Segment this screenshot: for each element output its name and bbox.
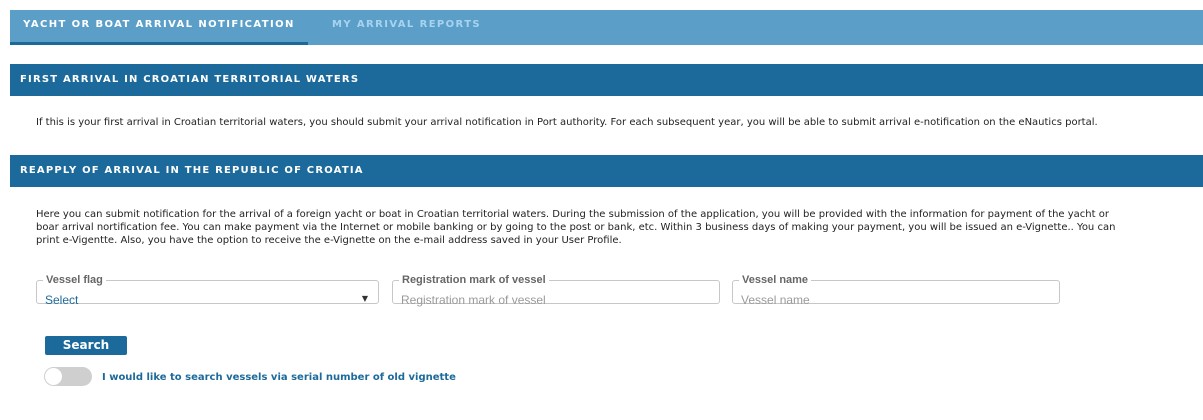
- tab-bar: YACHT OR BOAT ARRIVAL NOTIFICATION MY AR…: [10, 10, 1203, 45]
- section-title-first-arrival: FIRST ARRIVAL IN CROATIAN TERRITORIAL WA…: [20, 74, 360, 85]
- old-vignette-toggle-label[interactable]: I would like to search vessels via seria…: [102, 371, 456, 384]
- vessel-flag-value: Select: [45, 293, 79, 307]
- vessel-flag-select[interactable]: Vessel flag Select ▼: [36, 274, 379, 307]
- registration-mark-input[interactable]: Registration mark of vessel: [401, 293, 546, 307]
- vessel-name-field[interactable]: Vessel name Vessel name: [732, 274, 1060, 307]
- search-button[interactable]: Search: [45, 336, 127, 355]
- vessel-name-label: Vessel name: [742, 274, 809, 286]
- section-title-reapply: REAPPLY OF ARRIVAL IN THE REPUBLIC OF CR…: [20, 165, 364, 176]
- registration-mark-label: Registration mark of vessel: [402, 274, 546, 286]
- tab-my-arrival-reports[interactable]: MY ARRIVAL REPORTS: [332, 10, 481, 45]
- reapply-text: Here you can submit notification for the…: [36, 209, 1116, 246]
- vessel-name-input[interactable]: Vessel name: [741, 293, 810, 307]
- toggle-knob: [45, 368, 62, 385]
- tab-arrival-notification[interactable]: YACHT OR BOAT ARRIVAL NOTIFICATION: [10, 10, 308, 45]
- registration-mark-field[interactable]: Registration mark of vessel Registration…: [392, 274, 720, 307]
- first-arrival-text: If this is your first arrival in Croatia…: [36, 117, 1098, 128]
- section-header-reapply: REAPPLY OF ARRIVAL IN THE REPUBLIC OF CR…: [10, 155, 1203, 187]
- section-header-first-arrival: FIRST ARRIVAL IN CROATIAN TERRITORIAL WA…: [10, 64, 1203, 96]
- old-vignette-toggle[interactable]: [44, 367, 92, 386]
- caret-down-icon: ▼: [361, 294, 368, 303]
- vessel-flag-label: Vessel flag: [46, 274, 103, 286]
